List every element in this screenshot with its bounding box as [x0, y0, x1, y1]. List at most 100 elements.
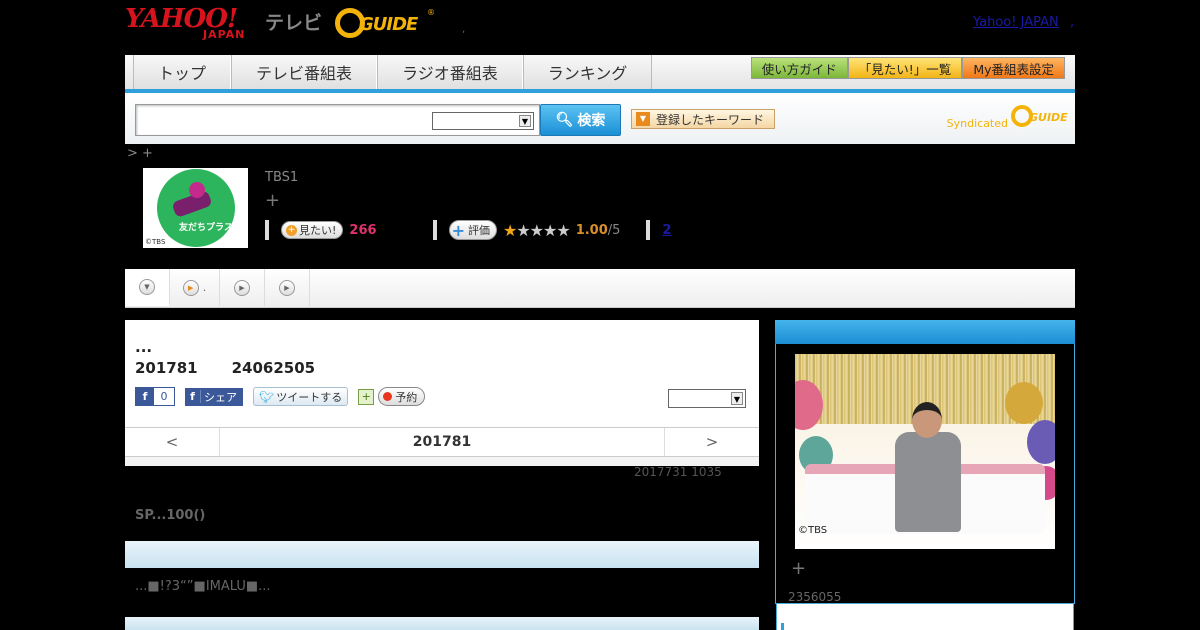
- mitai-button-label: 見たい!: [299, 224, 337, 237]
- rate-button-label: 評価: [467, 224, 490, 237]
- mitai-list-button[interactable]: 「見たい!」一覧: [847, 57, 963, 79]
- tab-3[interactable]: ▶: [220, 269, 265, 306]
- header-link-separator: ,: [1070, 15, 1075, 30]
- star-empty-icon: ★: [529, 220, 544, 240]
- channel-name: TBS1: [265, 170, 299, 185]
- search-bar: ▼ 🔍︎ 検索 ▼ 登録したキーワード Syndicated GUIDE: [125, 93, 1075, 144]
- nav-tab-tv-schedule[interactable]: テレビ番組表: [231, 55, 378, 89]
- gguide-logo-text: GUIDE: [359, 14, 418, 35]
- play-icon: ▶: [234, 279, 250, 296]
- divider: [432, 220, 437, 240]
- rating-max: /5: [607, 222, 621, 238]
- plus-icon: +: [286, 224, 297, 236]
- program-detail-card: ... 201781 24062505 f 0 f シェア 🐦︎ ツイートする +…: [125, 320, 759, 466]
- photo-person-head: [912, 402, 942, 438]
- program-id: 24062505: [231, 359, 316, 377]
- nav-tab-radio-schedule[interactable]: ラジオ番組表: [377, 55, 523, 89]
- rate-button[interactable]: + 評価: [448, 220, 497, 240]
- tab-2[interactable]: ▶ .: [170, 269, 220, 306]
- triangle-down-icon: ▼: [636, 112, 650, 126]
- twitter-bird-icon: 🐦︎: [259, 389, 275, 404]
- gguide-small-text: GUIDE: [1029, 110, 1068, 124]
- broadcast-select[interactable]: ▼: [668, 389, 746, 408]
- side-plus: +: [791, 558, 807, 579]
- record-reserve-button[interactable]: 予約: [378, 387, 426, 406]
- program-plus: +: [265, 190, 281, 211]
- thumbnail-figure-head: [189, 182, 205, 198]
- program-stats: + 見たい! 266 + 評価 ★★★★★ 1.00 /5 2: [265, 220, 671, 240]
- syndicated-gguide-logo: Syndicated GUIDE: [946, 103, 1068, 130]
- program-tabstrip: ▼ ▶ . ▶ ▶: [125, 269, 1075, 308]
- mitai-button[interactable]: + 見たい!: [281, 221, 344, 239]
- record-dot-icon: [383, 392, 393, 401]
- star-empty-icon: ★: [516, 220, 530, 240]
- side-number: 2356055: [788, 590, 842, 604]
- side-list-marker: [781, 623, 784, 630]
- registered-keyword-button[interactable]: ▼ 登録したキーワード: [631, 109, 775, 129]
- photo-balloon: [1027, 420, 1055, 464]
- program-description: ...■!?3“”■IMALU■...: [135, 579, 271, 594]
- program-thumbnail: 友だちプラス ©TBS: [143, 168, 248, 248]
- nav-utility-buttons: 使い方ガイド 「見たい!」一覧 My番組表設定: [750, 57, 1065, 79]
- thumbnail-copyright: ©TBS: [145, 238, 166, 246]
- facebook-icon: f: [185, 390, 201, 403]
- usage-guide-button[interactable]: 使い方ガイド: [750, 57, 848, 79]
- facebook-like-count: 0: [154, 388, 174, 405]
- facebook-like-button[interactable]: f 0: [135, 387, 175, 406]
- share-row: f 0 f シェア 🐦︎ ツイートする + 予約: [135, 387, 426, 406]
- side-list-area: [776, 604, 1074, 630]
- program-date: 201781: [135, 359, 198, 377]
- search-button[interactable]: 🔍︎ 検索: [540, 104, 621, 136]
- current-date: 201781: [412, 434, 472, 450]
- tab-summary[interactable]: ▼: [125, 269, 170, 306]
- facebook-icon: f: [136, 388, 154, 405]
- program-photo[interactable]: ©TBS: [795, 354, 1055, 549]
- reserve-label: 予約: [395, 390, 418, 404]
- calendar-add-icon[interactable]: +: [358, 388, 375, 405]
- chevron-down-icon: ▼: [519, 115, 531, 127]
- facebook-share-button[interactable]: f シェア: [185, 387, 243, 406]
- star-filled-icon: ★: [502, 220, 517, 240]
- mitai-count: 266: [349, 222, 377, 238]
- episode-subtitle: SP...100(): [135, 508, 206, 523]
- photo-person-body: [895, 432, 961, 532]
- tab-2-label: .: [202, 281, 207, 294]
- tab-4[interactable]: ▶: [265, 269, 310, 306]
- nav-tab-ranking[interactable]: ランキング: [522, 55, 653, 89]
- section-header-bar: [125, 617, 759, 630]
- tv-logo-text: テレビ: [265, 12, 323, 34]
- search-button-label: 検索: [577, 113, 606, 129]
- search-category-select[interactable]: ▼: [432, 112, 534, 130]
- chevron-down-icon: ▼: [731, 392, 743, 405]
- header-small-link[interactable]: ,: [462, 24, 465, 35]
- nav-tab-top[interactable]: トップ: [133, 55, 232, 89]
- japan-logo-text: JAPAN: [203, 28, 246, 41]
- plus-icon: +: [451, 220, 465, 240]
- divider: [265, 220, 269, 240]
- play-icon: ▶: [279, 279, 295, 296]
- prev-date-button[interactable]: <: [125, 428, 220, 456]
- registered-mark: ®: [427, 8, 435, 17]
- tweet-label: ツイートする: [276, 390, 343, 404]
- tweet-button[interactable]: 🐦︎ ツイートする: [253, 387, 349, 406]
- yahoo-japan-link[interactable]: Yahoo! JAPAN: [973, 15, 1059, 30]
- photo-copyright: ©TBS: [798, 525, 828, 536]
- my-schedule-settings-button[interactable]: My番組表設定: [962, 57, 1065, 79]
- review-count-link[interactable]: 2: [662, 223, 671, 238]
- thumbnail-title: 友だちプラス: [179, 223, 233, 233]
- program-date-line: 201781 24062505: [135, 359, 315, 377]
- yahoo-japan-logo[interactable]: YAHOO! JAPAN: [125, 4, 244, 42]
- facebook-share-label: シェア: [204, 390, 237, 404]
- section-header-bar: [125, 541, 759, 568]
- program-title: ...: [135, 338, 153, 356]
- breadcrumb[interactable]: > +: [127, 146, 153, 161]
- registered-keyword-label: 登録したキーワード: [656, 112, 765, 127]
- side-panel-header: [775, 320, 1075, 344]
- search-icon: 🔍︎: [555, 112, 574, 128]
- next-date-button[interactable]: >: [664, 428, 759, 456]
- divider: [646, 220, 651, 240]
- rating-stars: ★★★★★: [502, 220, 571, 240]
- nav-tabs: トップ テレビ番組表 ラジオ番組表 ランキング: [133, 55, 653, 89]
- syndicated-text: Syndicated: [946, 117, 1008, 130]
- gguide-logo[interactable]: GUIDE ®: [335, 8, 435, 40]
